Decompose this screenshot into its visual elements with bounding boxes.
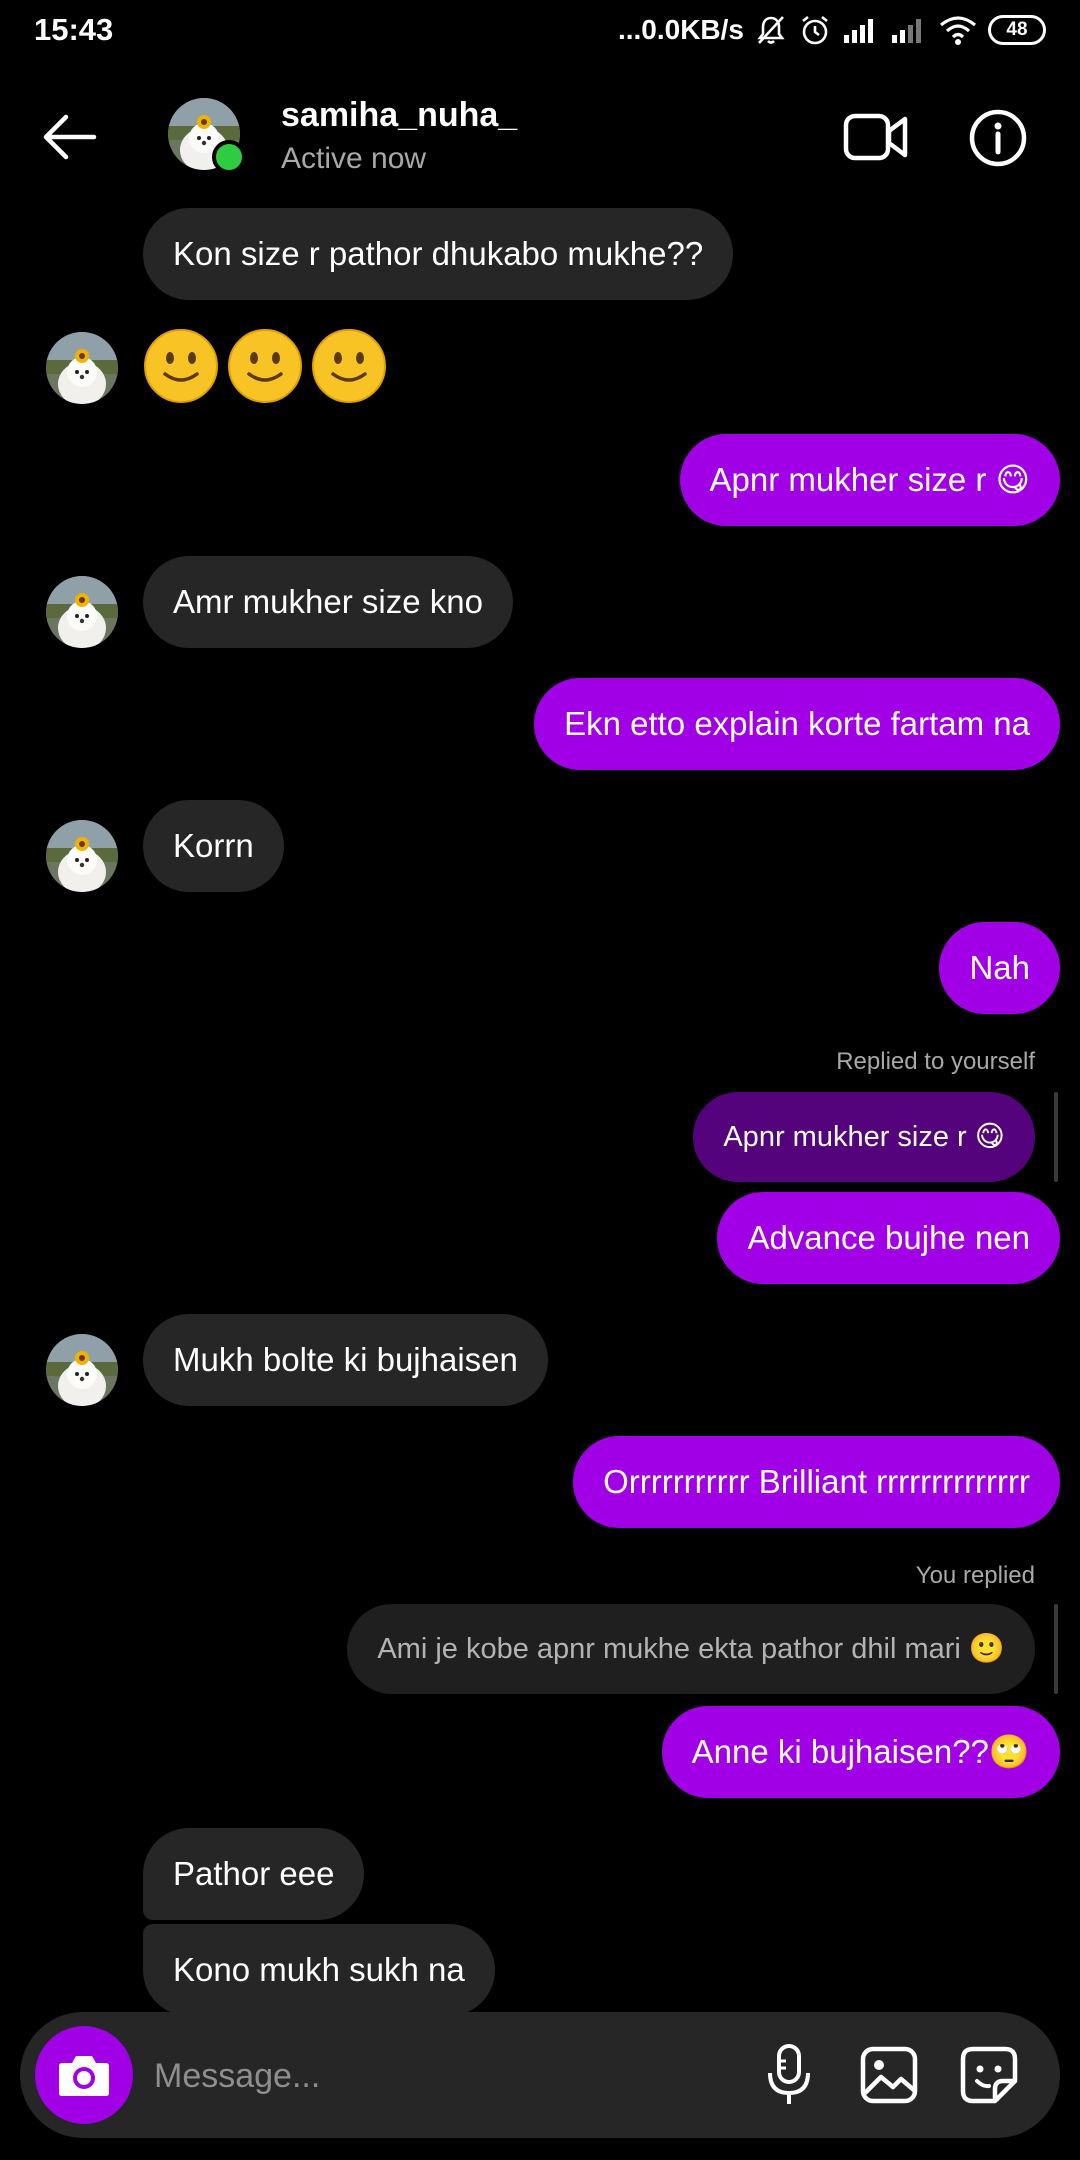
emoji-message[interactable]: 🙂🙂🙂 — [143, 328, 387, 404]
avatar[interactable] — [46, 820, 118, 892]
gallery-button[interactable] — [856, 2042, 922, 2108]
sticker-button[interactable] — [956, 2042, 1022, 2108]
status-time: 15:43 — [34, 12, 114, 47]
quoted-message[interactable]: Ami je kobe apnr mukhe ekta pathor dhil … — [347, 1604, 1035, 1694]
reply-label: Replied to yourself — [836, 1048, 1035, 1075]
incoming-message[interactable]: Mukh bolte ki bujhaisen — [143, 1314, 548, 1406]
microphone-icon — [768, 2044, 810, 2104]
outgoing-message[interactable]: Advance bujhe nen — [717, 1192, 1060, 1284]
signal-icon — [842, 15, 880, 45]
info-icon — [969, 109, 1027, 167]
message-composer — [20, 2012, 1060, 2138]
message-input[interactable] — [152, 2040, 716, 2112]
back-button[interactable] — [30, 102, 110, 172]
battery-icon: 48 — [988, 15, 1046, 45]
smiley-emoji-icon — [312, 329, 386, 403]
microphone-button[interactable] — [756, 2042, 822, 2108]
reply-label: You replied — [915, 1562, 1035, 1589]
camera-button[interactable] — [35, 2026, 133, 2124]
video-call-icon — [843, 113, 908, 161]
info-button[interactable] — [962, 102, 1034, 174]
status-bar: 15:43 ...0.0KB/s 48 — [0, 0, 1080, 62]
back-arrow-icon — [43, 114, 97, 160]
outgoing-message[interactable]: Anne ki bujhaisen??🙄 — [661, 1706, 1060, 1798]
avatar[interactable] — [46, 332, 118, 404]
chat-header: samiha_nuha_ Active now — [0, 62, 1080, 212]
smiley-emoji-icon — [144, 329, 218, 403]
incoming-message[interactable]: Kono mukh sukh na — [143, 1924, 495, 2016]
sticker-icon — [960, 2046, 1018, 2104]
incoming-message[interactable]: Amr mukher size kno — [143, 556, 513, 648]
incoming-message[interactable]: Korrn — [143, 800, 284, 892]
active-status: Active now — [281, 142, 427, 175]
chat-username[interactable]: samiha_nuha_ — [281, 96, 517, 135]
network-speed: ...0.0KB/s — [617, 14, 744, 45]
reply-bar — [1054, 1092, 1058, 1182]
alarm-icon — [798, 13, 832, 47]
dm-screen: 15:43 ...0.0KB/s 48 samiha_nuha_ Active … — [0, 0, 1080, 2160]
outgoing-message[interactable]: Nah — [939, 922, 1060, 1014]
smiley-emoji-icon — [228, 329, 302, 403]
quoted-message[interactable]: Apnr mukher size r 😋 — [693, 1092, 1035, 1182]
reply-bar — [1054, 1604, 1058, 1694]
avatar[interactable] — [46, 1334, 118, 1406]
battery-level: 48 — [1006, 19, 1028, 40]
incoming-message[interactable]: Pathor eee — [143, 1828, 365, 1920]
wifi-icon — [938, 14, 978, 46]
incoming-message[interactable]: Kon size r pathor dhukabo mukhe?? — [143, 208, 734, 300]
header-avatar[interactable] — [168, 98, 246, 174]
outgoing-message[interactable]: Ekn etto explain korte fartam na — [534, 678, 1060, 770]
avatar[interactable] — [46, 576, 118, 648]
camera-icon — [59, 2056, 109, 2096]
outgoing-message[interactable]: Apnr mukher size r 😋 — [679, 434, 1060, 526]
gallery-icon — [860, 2046, 918, 2104]
mute-icon — [754, 13, 788, 47]
video-call-button[interactable] — [840, 104, 912, 170]
online-indicator — [212, 140, 246, 174]
signal-icon — [890, 15, 928, 45]
outgoing-message[interactable]: Orrrrrrrrrrr Brilliant rrrrrrrrrrrrrr — [573, 1436, 1060, 1528]
status-icons: ...0.0KB/s 48 — [618, 10, 1046, 50]
